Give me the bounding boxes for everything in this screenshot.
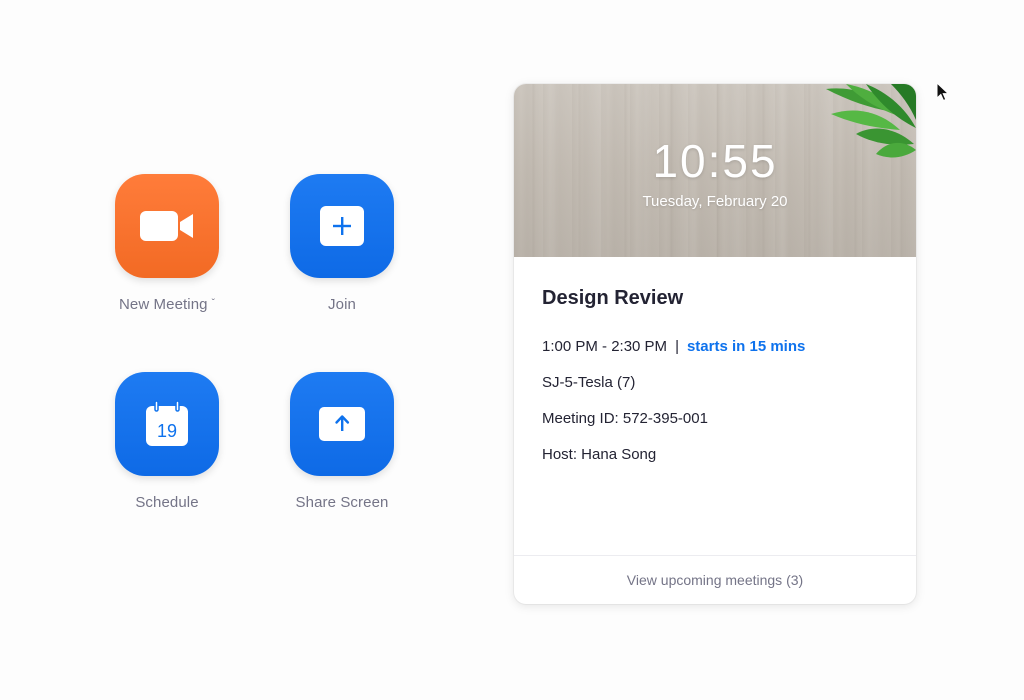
mouse-pointer-icon (936, 82, 950, 102)
meeting-room: SJ-5-Tesla (7) (542, 374, 636, 391)
card-banner: 10:55 Tuesday, February 20 (514, 84, 916, 257)
current-time: 10:55 (652, 135, 778, 187)
join-label: Join (328, 296, 356, 313)
join-tile[interactable] (290, 174, 394, 278)
plus-icon (320, 206, 364, 246)
calendar-icon: 19 (146, 400, 188, 446)
time-separator: | (675, 338, 679, 355)
share-screen-button[interactable]: Share Screen (267, 372, 417, 511)
share-screen-label: Share Screen (295, 494, 389, 511)
home-screen: New Meeting ˇ Join 19 Schedule Share Scr… (0, 0, 1024, 700)
new-meeting-label: New Meeting (118, 296, 208, 313)
meeting-time-row: 1:00 PM - 2:30 PM | starts in 15 mins (542, 338, 888, 355)
new-meeting-tile[interactable] (115, 174, 219, 278)
current-date: Tuesday, February 20 (642, 193, 788, 210)
join-button[interactable]: Join (267, 174, 417, 313)
schedule-button[interactable]: 19 Schedule (92, 372, 242, 511)
meeting-host: Host: Hana Song (542, 446, 657, 463)
meeting-time-range: 1:00 PM - 2:30 PM (542, 338, 668, 355)
new-meeting-button[interactable]: New Meeting ˇ (92, 174, 242, 313)
meeting-id: Meeting ID: 572-395-001 (542, 410, 708, 427)
meeting-details: Design Review 1:00 PM - 2:30 PM | starts i… (514, 257, 916, 463)
share-up-arrow-icon (319, 407, 365, 441)
share-screen-tile[interactable] (290, 372, 394, 476)
view-upcoming-meetings-link[interactable]: View upcoming meetings (3) (514, 555, 916, 604)
meeting-title: Design Review (542, 287, 684, 309)
schedule-tile[interactable]: 19 (115, 372, 219, 476)
upcoming-meeting-card: 10:55 Tuesday, February 20 Design Review… (514, 84, 916, 604)
schedule-label: Schedule (135, 494, 199, 511)
starts-in-label: starts in 15 mins (686, 338, 806, 355)
calendar-day: 19 (157, 421, 177, 441)
chevron-down-icon[interactable]: ˇ (212, 298, 215, 309)
video-camera-icon (140, 211, 193, 241)
